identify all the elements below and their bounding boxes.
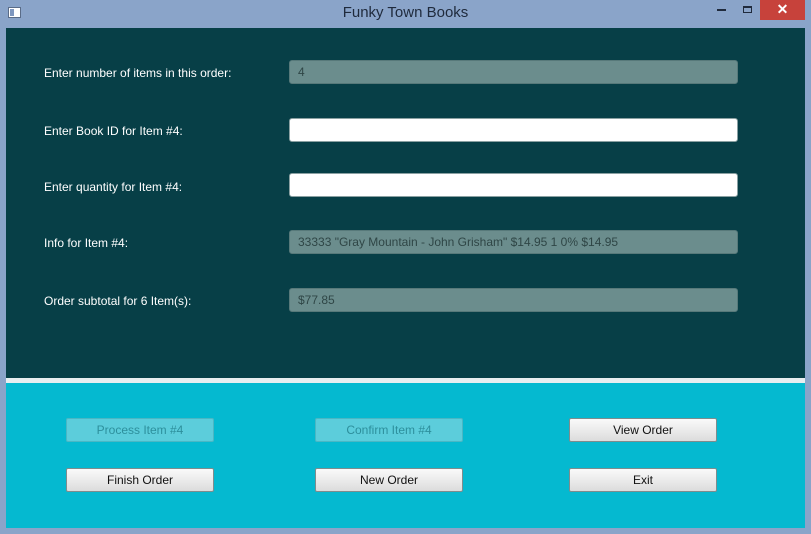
book-id-label: Enter Book ID for Item #4: xyxy=(44,124,183,138)
button-panel: Process Item #4 Confirm Item #4 View Ord… xyxy=(6,383,805,528)
subtotal-field: $77.85 xyxy=(289,288,738,312)
quantity-input[interactable] xyxy=(289,173,738,197)
book-id-input[interactable] xyxy=(289,118,738,142)
item-info-field: 33333 "Gray Mountain - John Grisham" $14… xyxy=(289,230,738,254)
minimize-button[interactable] xyxy=(708,0,734,20)
maximize-icon xyxy=(742,6,752,14)
process-item-button[interactable]: Process Item #4 xyxy=(66,418,214,442)
item-info-label: Info for Item #4: xyxy=(44,236,129,250)
finish-order-button[interactable]: Finish Order xyxy=(66,468,214,492)
close-icon: ✕ xyxy=(776,1,789,17)
window-title: Funky Town Books xyxy=(342,4,469,21)
minimize-icon xyxy=(716,8,726,11)
order-form-panel: Enter number of items in this order: 4 E… xyxy=(6,28,805,378)
confirm-item-button[interactable]: Confirm Item #4 xyxy=(315,418,463,442)
maximize-button[interactable] xyxy=(734,0,760,20)
view-order-button[interactable]: View Order xyxy=(569,418,717,442)
title-bar: Funky Town Books ✕ xyxy=(0,0,811,27)
num-items-field: 4 xyxy=(289,60,738,84)
subtotal-label: Order subtotal for 6 Item(s): xyxy=(44,294,192,308)
new-order-button[interactable]: New Order xyxy=(315,468,463,492)
close-button[interactable]: ✕ xyxy=(760,0,805,20)
exit-button[interactable]: Exit xyxy=(569,468,717,492)
quantity-label: Enter quantity for Item #4: xyxy=(44,180,183,194)
num-items-label: Enter number of items in this order: xyxy=(44,66,232,80)
